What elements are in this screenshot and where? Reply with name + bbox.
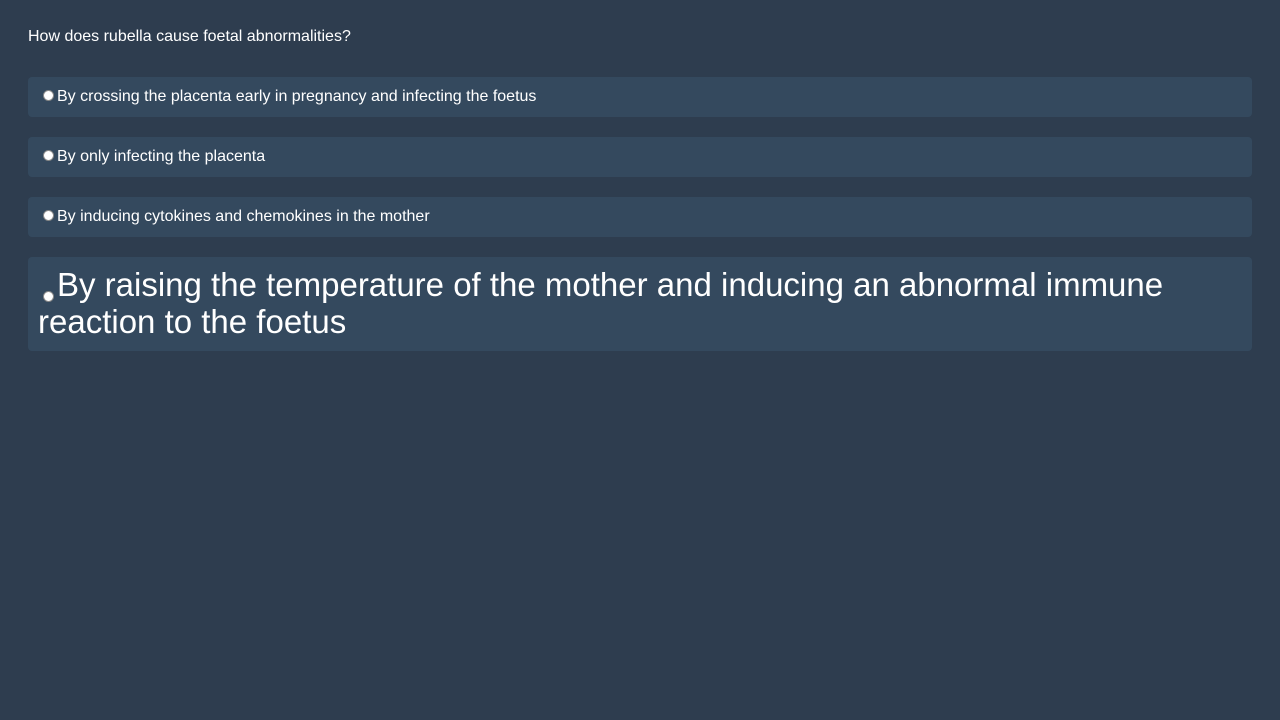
answer-option-4[interactable]: By raising the temperature of the mother…	[28, 257, 1252, 351]
answer-option-label: By inducing cytokines and chemokines in …	[57, 208, 430, 225]
answer-option-label: By raising the temperature of the mother…	[38, 266, 1164, 340]
radio-button[interactable]	[43, 90, 54, 101]
radio-button[interactable]	[43, 210, 54, 221]
answer-option-label: By only infecting the placenta	[57, 148, 266, 165]
question-text: How does rubella cause foetal abnormalit…	[28, 28, 351, 45]
radio-button[interactable]	[43, 291, 54, 302]
answer-option-3[interactable]: By inducing cytokines and chemokines in …	[28, 197, 1252, 237]
answer-option-1[interactable]: By crossing the placenta early in pregna…	[28, 77, 1252, 117]
answer-option-2[interactable]: By only infecting the placenta	[28, 137, 1252, 177]
radio-button[interactable]	[43, 150, 54, 161]
answer-option-label: By crossing the placenta early in pregna…	[57, 88, 537, 105]
